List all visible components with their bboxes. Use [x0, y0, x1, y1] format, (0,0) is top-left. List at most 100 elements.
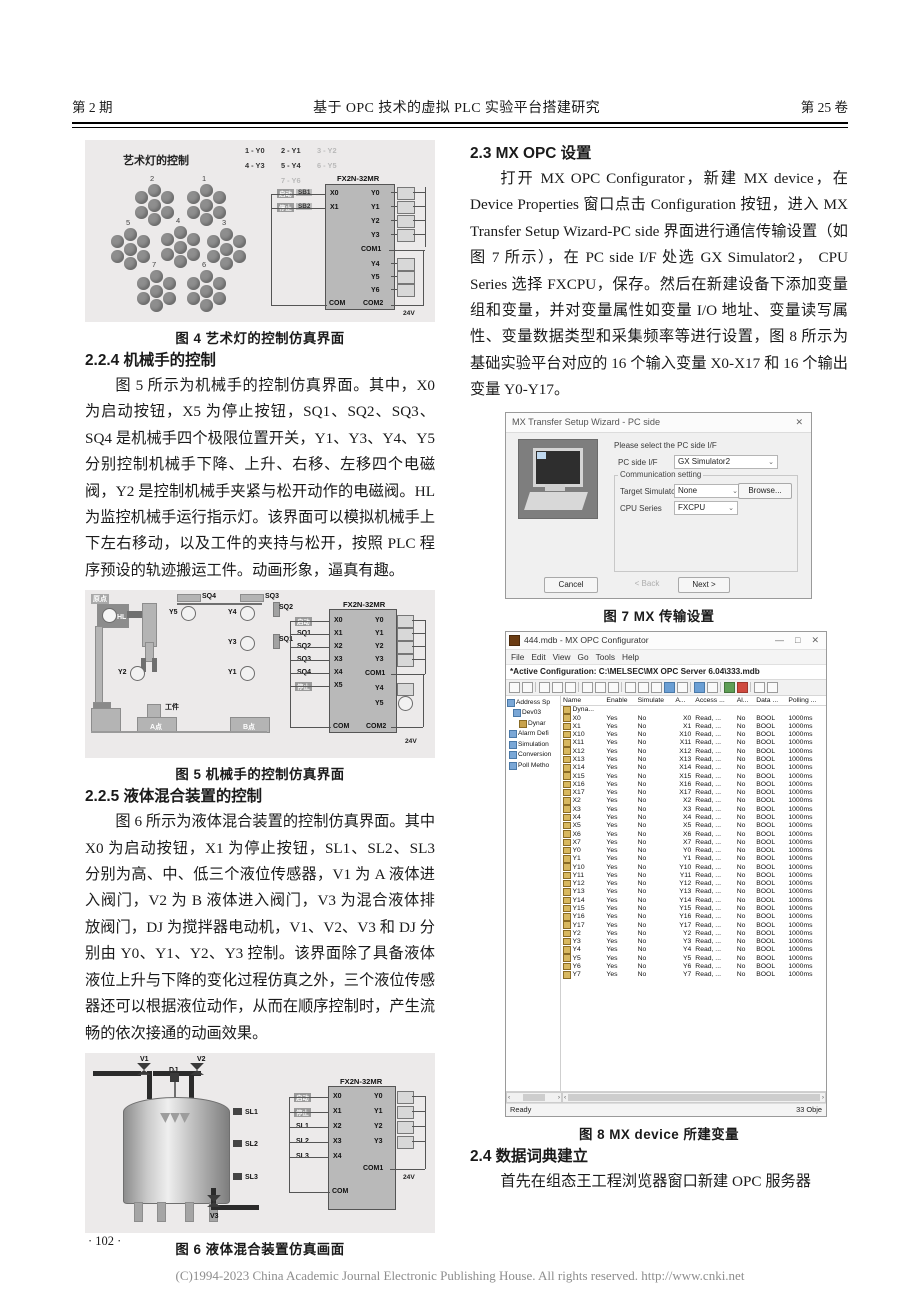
grid-hscrollbar[interactable]: ‹ › [562, 1091, 826, 1103]
grid-icon[interactable] [664, 681, 675, 693]
menu-bar[interactable]: File Edit View Go Tools Help [506, 649, 826, 665]
table-row[interactable]: Y5 Yes No Y5 Read, ... No BOOL 1000ms [561, 954, 826, 962]
next-button[interactable]: Next > [678, 576, 730, 593]
table-row[interactable]: Y0 Yes No Y0 Read, ... No BOOL 1000ms [561, 846, 826, 855]
pc-side-if-select[interactable]: GX Simulator2 ⌄ [674, 454, 778, 469]
tree-item-conversion[interactable]: Conversion [507, 750, 559, 761]
back-button[interactable]: < Back [622, 577, 672, 591]
scroll-right-icon[interactable]: › [558, 1094, 560, 1101]
scroll-right-icon[interactable]: › [822, 1094, 824, 1101]
col-datatype[interactable]: Data ... [754, 695, 787, 706]
filter-icon[interactable] [638, 681, 649, 693]
table-row[interactable]: Y2 Yes No Y2 Read, ... No BOOL 1000ms [561, 929, 826, 938]
back-icon[interactable] [539, 681, 550, 693]
table-row[interactable]: X14 Yes No X14 Read, ... No BOOL 1000ms [561, 764, 826, 772]
table-row[interactable]: Y6 Yes No Y6 Read, ... No BOOL 1000ms [561, 962, 826, 971]
table-row[interactable]: X11 Yes No X11 Read, ... No BOOL 1000ms [561, 739, 826, 747]
lamp-cluster[interactable]: 4 [159, 216, 201, 268]
menu-view[interactable]: View [553, 652, 571, 662]
col-simulate[interactable]: Simulate [635, 695, 674, 706]
table-row[interactable]: X1 Yes No X1 Read, ... No BOOL 1000ms [561, 722, 826, 731]
minimize-icon[interactable]: — [775, 635, 784, 646]
open-icon[interactable] [522, 681, 533, 693]
table-row[interactable]: X2 Yes No X2 Read, ... No BOOL 1000ms [561, 797, 826, 805]
tree-item-alarm-definitions[interactable]: Alarm Defi [507, 729, 559, 740]
toolbar[interactable] [506, 679, 826, 696]
table-row[interactable]: Y14 Yes No Y14 Read, ... No BOOL 1000ms [561, 896, 826, 905]
target-simulator-select[interactable]: None ⌄ [674, 483, 742, 498]
stop-icon[interactable] [737, 681, 748, 693]
copy-icon[interactable] [595, 681, 606, 693]
cpu-series-select[interactable]: FXCPU ⌄ [674, 500, 738, 515]
table-row[interactable]: X10 Yes No X10 Read, ... No BOOL 1000ms [561, 730, 826, 739]
details-icon[interactable] [677, 681, 688, 693]
col-access[interactable]: Access ... [693, 695, 735, 706]
cut-icon[interactable] [582, 681, 593, 693]
tree-item-dynamic[interactable]: Dynar [507, 719, 559, 730]
col-alarm[interactable]: Al... [734, 695, 755, 706]
col-address[interactable]: A... [673, 695, 694, 706]
mx-opc-configurator-window[interactable]: 444.mdb - MX OPC Configurator — □ ✕ File… [505, 630, 827, 1117]
lamp-cluster[interactable]: 7 [135, 260, 177, 312]
col-enable[interactable]: Enable [604, 695, 636, 706]
tree-item-dev03[interactable]: Dev03 [507, 708, 559, 719]
table-row[interactable]: X13 Yes No X13 Read, ... No BOOL 1000ms [561, 755, 826, 764]
table-row[interactable]: X12 Yes No X12 Read, ... No BOOL 1000ms [561, 747, 826, 755]
table-row[interactable]: X15 Yes No X15 Read, ... No BOOL 1000ms [561, 772, 826, 780]
wizard-close-icon[interactable]: ✕ [795, 417, 803, 428]
table-row[interactable]: X6 Yes No X6 Read, ... No BOOL 1000ms [561, 830, 826, 838]
start-icon[interactable] [724, 681, 735, 693]
menu-edit[interactable]: Edit [531, 652, 545, 662]
table-row[interactable]: Y1 Yes No Y1 Read, ... No BOOL 1000ms [561, 855, 826, 863]
tree-item-poll-method[interactable]: Poll Metho [507, 761, 559, 772]
menu-go[interactable]: Go [578, 652, 589, 662]
table-row[interactable]: X4 Yes No X4 Read, ... No BOOL 1000ms [561, 813, 826, 822]
lamp-cluster[interactable]: 3 [205, 218, 247, 270]
variables-grid[interactable]: Name Enable Simulate A... Access ... Al.… [561, 695, 826, 1091]
up-icon[interactable] [565, 681, 576, 693]
lamp-cluster[interactable]: 6 [185, 260, 227, 312]
lamp-cluster[interactable]: 2 [133, 174, 175, 226]
col-name[interactable]: Name [561, 695, 605, 706]
tree-hscrollbar[interactable]: ‹ › [506, 1091, 562, 1103]
table-row[interactable]: Y17 Yes No Y17 Read, ... No BOOL 1000ms [561, 921, 826, 929]
paste-icon[interactable] [608, 681, 619, 693]
table-row[interactable]: Y11 Yes No Y11 Read, ... No BOOL 1000ms [561, 871, 826, 880]
table-row[interactable]: X7 Yes No X7 Read, ... No BOOL 1000ms [561, 838, 826, 847]
help-icon[interactable] [754, 681, 765, 693]
about-icon[interactable] [767, 681, 778, 693]
table-row[interactable]: Y12 Yes No Y12 Read, ... No BOOL 1000ms [561, 879, 826, 888]
horizontal-scrollbars[interactable]: ‹ › ‹ › [506, 1090, 826, 1103]
table-row[interactable]: Y10 Yes No Y10 Read, ... No BOOL 1000ms [561, 863, 826, 871]
scroll-left-icon[interactable]: ‹ [564, 1094, 566, 1101]
lamp-cluster[interactable]: 1 [185, 174, 227, 226]
import-icon[interactable] [707, 681, 718, 693]
maximize-icon[interactable]: □ [795, 635, 800, 646]
col-polling[interactable]: Polling ... [786, 695, 826, 706]
scroll-left-icon[interactable]: ‹ [508, 1094, 510, 1101]
close-icon[interactable]: ✕ [811, 635, 819, 646]
menu-file[interactable]: File [511, 652, 524, 662]
save-icon[interactable] [694, 681, 705, 693]
table-row[interactable]: X0 Yes No X0 Read, ... No BOOL 1000ms [561, 714, 826, 722]
tree-item-simulation[interactable]: Simulation [507, 740, 559, 751]
browse-button[interactable]: Browse... [738, 482, 792, 499]
table-row[interactable]: Y7 Yes No Y7 Read, ... No BOOL 1000ms [561, 971, 826, 979]
new-icon[interactable] [509, 681, 520, 693]
table-row[interactable]: X17 Yes No X17 Read, ... No BOOL 1000ms [561, 788, 826, 797]
table-row[interactable]: Y13 Yes No Y13 Read, ... No BOOL 1000ms [561, 888, 826, 896]
table-row[interactable]: Y4 Yes No Y4 Read, ... No BOOL 1000ms [561, 946, 826, 954]
table-row[interactable]: X3 Yes No X3 Read, ... No BOOL 1000ms [561, 805, 826, 813]
table-row[interactable]: Dyna... [561, 705, 826, 714]
mx-transfer-setup-wizard[interactable]: MX Transfer Setup Wizard - PC side ✕ Ple… [505, 411, 812, 599]
sort-icon[interactable] [625, 681, 636, 693]
list-icon[interactable] [651, 681, 662, 693]
menu-help[interactable]: Help [622, 652, 639, 662]
tree-item-address-space[interactable]: Address Sp [507, 698, 559, 709]
table-row[interactable]: X5 Yes No X5 Read, ... No BOOL 1000ms [561, 821, 826, 830]
forward-icon[interactable] [552, 681, 563, 693]
cancel-button[interactable]: Cancel [544, 576, 598, 593]
menu-tools[interactable]: Tools [596, 652, 615, 662]
lamp-cluster[interactable]: 5 [109, 218, 151, 270]
table-row[interactable]: Y15 Yes No Y15 Read, ... No BOOL 1000ms [561, 904, 826, 913]
